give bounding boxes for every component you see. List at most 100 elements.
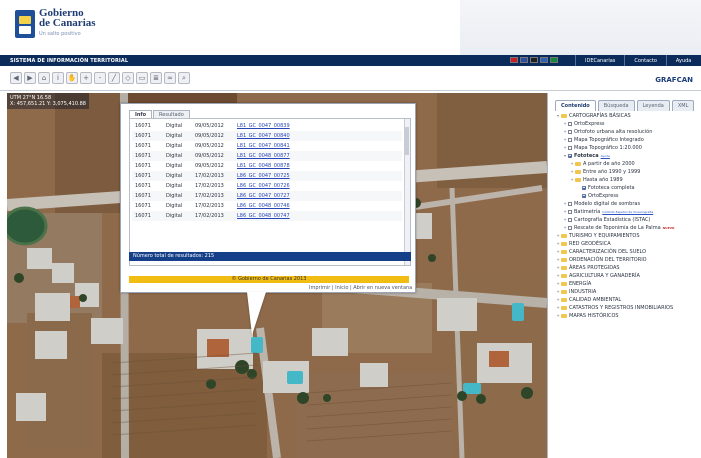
tab-contenido[interactable]: Contenido	[555, 100, 596, 111]
layer-info-link[interactable]: Instituto Español de Oceanografía	[602, 208, 653, 216]
expand-toggle-icon[interactable]: +	[556, 296, 560, 304]
popup-results-area[interactable]: 16071 Digital 09/05/2012 L81_GC_0047_00839 1…	[129, 118, 411, 266]
layer-tree-item[interactable]: + AGRICULTURA Y GANADERÍA	[556, 272, 701, 280]
expand-toggle-icon[interactable]: +	[563, 224, 567, 232]
expand-toggle-icon[interactable]: +	[556, 256, 560, 264]
print-tool-button[interactable]: ▭	[136, 72, 148, 84]
layer-tree-item[interactable]: ▾ Fototeca Ayuda	[556, 152, 701, 160]
uk-flag-icon[interactable]	[520, 57, 528, 63]
layer-tree-item[interactable]: OrtoExpress	[556, 192, 701, 200]
layer-checkbox[interactable]	[568, 146, 572, 150]
results-scroll-thumb[interactable]	[405, 127, 409, 155]
it-flag-icon[interactable]	[550, 57, 558, 63]
result-link[interactable]: L86_GC_0048_00746	[235, 201, 402, 211]
layer-tree-item[interactable]: + CATASTROS Y REGISTROS INMOBILIARIOS	[556, 304, 701, 312]
pan-tool-button[interactable]: ✋	[66, 72, 78, 84]
expand-toggle-icon[interactable]: ▾	[556, 112, 560, 120]
expand-toggle-icon[interactable]: +	[563, 216, 567, 224]
result-link[interactable]: L81_GC_0047_00841	[235, 141, 402, 151]
expand-toggle-icon[interactable]: +	[556, 288, 560, 296]
fr-flag-icon[interactable]	[540, 57, 548, 63]
layers-tool-button[interactable]: ≣	[150, 72, 162, 84]
expand-toggle-icon[interactable]: +	[556, 312, 560, 320]
layer-tree-item[interactable]: + OrtoExpress	[556, 120, 701, 128]
result-link[interactable]: L86_GC_0047_00727	[235, 191, 402, 201]
expand-toggle-icon[interactable]: +	[556, 272, 560, 280]
expand-toggle-icon[interactable]: +	[570, 176, 574, 184]
forward-tool-button[interactable]: ▶	[24, 72, 36, 84]
expand-toggle-icon[interactable]: +	[556, 240, 560, 248]
de-flag-icon[interactable]	[530, 57, 538, 63]
search-tool-button[interactable]: ⌕	[178, 72, 190, 84]
measure-tool-button[interactable]: ╱	[108, 72, 120, 84]
expand-toggle-icon[interactable]: +	[563, 128, 567, 136]
layer-tree-item[interactable]: + Rescate de Toponimia de La Palma NUEVO	[556, 224, 701, 232]
expand-toggle-icon[interactable]: +	[556, 280, 560, 288]
layer-tree-item[interactable]: + Entre año 1990 y 1999	[556, 168, 701, 176]
layer-tree-item[interactable]: + Mapa Topográfico 1:20.000	[556, 144, 701, 152]
layer-tree-item[interactable]: + ÁREAS PROTEGIDAS	[556, 264, 701, 272]
expand-toggle-icon[interactable]: +	[563, 208, 567, 216]
gobierno-logo[interactable]: Gobierno de Canarias Un salto positivo	[15, 8, 96, 39]
layer-info-link[interactable]: Ayuda	[601, 152, 610, 160]
result-link[interactable]: L81_GC_0047_00839	[235, 121, 402, 131]
layer-checkbox[interactable]	[568, 130, 572, 134]
layer-checkbox[interactable]	[568, 226, 572, 230]
layer-tree-item[interactable]: + INDUSTRIA	[556, 288, 701, 296]
expand-toggle-icon[interactable]: +	[556, 232, 560, 240]
expand-toggle-icon[interactable]: +	[570, 160, 574, 168]
layer-tree-item[interactable]: + Mapa Topográfico Integrado	[556, 136, 701, 144]
layer-tree-item[interactable]: ▾ CARTOGRAFÍAS BÁSICAS	[556, 112, 701, 120]
layer-checkbox[interactable]	[568, 202, 572, 206]
layer-checkbox[interactable]	[568, 154, 572, 158]
expand-toggle-icon[interactable]: +	[563, 120, 567, 128]
layer-tree-item[interactable]: Fototeca completa	[556, 184, 701, 192]
nav-link-idecanarias[interactable]: IDECanarias	[575, 55, 624, 66]
layer-tree-item[interactable]: + TURISMO Y EQUIPAMIENTOS	[556, 232, 701, 240]
layer-checkbox[interactable]	[568, 138, 572, 142]
layer-checkbox[interactable]	[582, 186, 586, 190]
es-flag-icon[interactable]	[510, 57, 518, 63]
back-tool-button[interactable]: ◀	[10, 72, 22, 84]
layer-checkbox[interactable]	[568, 122, 572, 126]
zoom-out-tool-button[interactable]: -	[94, 72, 106, 84]
result-link[interactable]: L86_GC_0047_00725	[235, 171, 402, 181]
nav-link-contacto[interactable]: Contacto	[624, 55, 666, 66]
layer-tree-item[interactable]: + Modelo digital de sombras	[556, 200, 701, 208]
layer-checkbox[interactable]	[568, 210, 572, 214]
expand-toggle-icon[interactable]: +	[563, 144, 567, 152]
result-link[interactable]: L86_GC_0047_00726	[235, 181, 402, 191]
result-link[interactable]: L81_GC_0048_00877	[235, 151, 402, 161]
layer-tree-item[interactable]: + Ortofoto urbana alta resolución	[556, 128, 701, 136]
expand-toggle-icon[interactable]: +	[563, 200, 567, 208]
expand-toggle-icon[interactable]: +	[570, 168, 574, 176]
layer-tree-item[interactable]: + CARACTERIZACIÓN DEL SUELO	[556, 248, 701, 256]
result-link[interactable]: L81_GC_0047_00840	[235, 131, 402, 141]
layer-tree-item[interactable]: + Hasta año 1989	[556, 176, 701, 184]
area-tool-button[interactable]: ◇	[122, 72, 134, 84]
layer-tree-item[interactable]: + Cartografía Estadística (ISTAC)	[556, 216, 701, 224]
expand-toggle-icon[interactable]: +	[563, 136, 567, 144]
info-tool-button[interactable]: i	[52, 72, 64, 84]
expand-toggle-icon[interactable]: +	[556, 264, 560, 272]
link-tool-button[interactable]: ∞	[164, 72, 176, 84]
layer-tree-item[interactable]: + Batimetría Instituto Español de Oceanogr…	[556, 208, 701, 216]
tab-xml[interactable]: XML	[671, 100, 695, 111]
layer-tree-item[interactable]: + ORDENACIÓN DEL TERRITORIO	[556, 256, 701, 264]
layer-tree-item[interactable]: + A partir de año 2000	[556, 160, 701, 168]
layer-checkbox[interactable]	[568, 218, 572, 222]
layer-tree-item[interactable]: + CALIDAD AMBIENTAL	[556, 296, 701, 304]
zoom-in-tool-button[interactable]: +	[80, 72, 92, 84]
expand-toggle-icon[interactable]: ▾	[563, 152, 567, 160]
grafcan-logo[interactable]: GRAFCAN	[655, 76, 693, 84]
layer-tree-item[interactable]: + RED GEODÉSICA	[556, 240, 701, 248]
layer-checkbox[interactable]	[582, 194, 586, 198]
result-link[interactable]: L81_GC_0048_00878	[235, 161, 402, 171]
expand-toggle-icon[interactable]: +	[556, 248, 560, 256]
result-link[interactable]: L86_GC_0048_00747	[235, 211, 402, 221]
popup-actions[interactable]: Imprimir | Inicio | Abrir en nueva venta…	[309, 285, 412, 291]
tab-busqueda[interactable]: Búsqueda	[597, 100, 635, 111]
nav-link-ayuda[interactable]: Ayuda	[665, 55, 700, 66]
expand-toggle-icon[interactable]: +	[556, 304, 560, 312]
home-tool-button[interactable]: ⌂	[38, 72, 50, 84]
